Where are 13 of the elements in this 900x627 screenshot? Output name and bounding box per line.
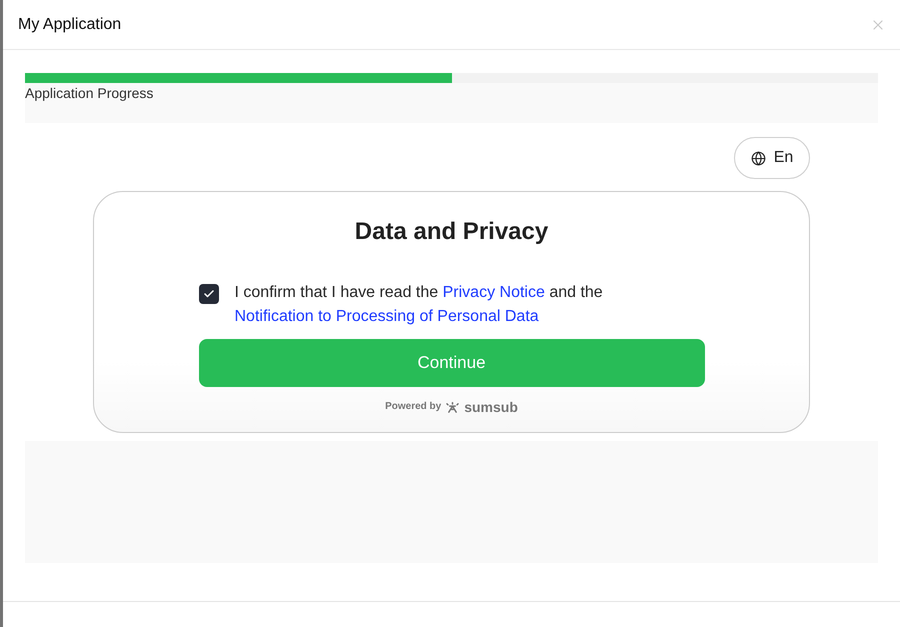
privacy-link[interactable]: Privacy Notice <box>442 284 545 301</box>
globe-icon <box>750 150 766 166</box>
logo-icon <box>445 402 460 412</box>
brand-name: sumsub <box>464 400 518 414</box>
check-icon <box>202 288 214 300</box>
powered-by-text: Powered by <box>385 401 442 413</box>
card-title: Data and Privacy <box>354 217 548 247</box>
progress-label: Application Progress <box>25 84 154 103</box>
consent-checkbox[interactable] <box>198 284 218 304</box>
language-button[interactable]: En <box>734 137 810 179</box>
privacy-link[interactable]: Notification to Processing of Personal Data <box>234 308 539 325</box>
consent-text: I confirm that I have read the Privacy Notice and the Notification to Processing of Personal Data <box>234 283 604 327</box>
window-title: My Application <box>18 14 122 34</box>
